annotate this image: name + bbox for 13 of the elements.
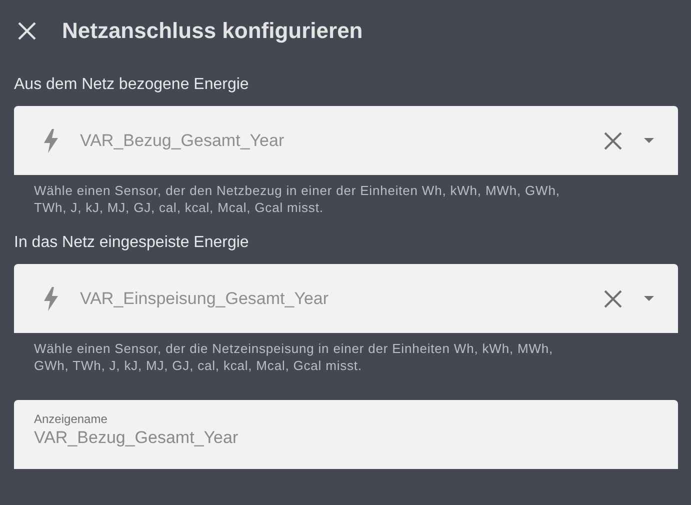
sensor-value: VAR_Bezug_Gesamt_Year (80, 130, 286, 150)
section-label: Aus dem Netz bezogene Energie (14, 76, 250, 94)
name-input[interactable]: VAR_Bezug_Gesamt_Year (34, 428, 658, 448)
lightning-icon (44, 128, 58, 152)
lightning-icon (44, 286, 58, 310)
sensor-value: VAR_Einspeisung_Gesamt_Year (80, 288, 330, 308)
close-button[interactable] (16, 20, 38, 42)
field-label: Anzeigename (34, 412, 108, 426)
helper-text: Wähle einen Sensor, der die Netzeinspeisung in einer der Einheiten Wh, kWh, MWh, GWh, TWh, J, kJ, MJ, GJ, cal, kcal, Mcal, Gcal misst. (33, 340, 554, 375)
name-field[interactable]: Anzeigename VAR_Bezug_Gesamt_Year (14, 400, 678, 469)
section-label: In das Netz eingespeiste Energie (14, 234, 250, 252)
helper-text: Wähle einen Sensor, der den Netzbezug in einer der Einheiten Wh, kWh, MWh, GWh, TWh, J, kJ, MJ, GJ, cal, kcal, Mcal, Gcal misst. (33, 182, 561, 217)
dialog-title: Netzanschluss konfigurieren (62, 18, 363, 44)
